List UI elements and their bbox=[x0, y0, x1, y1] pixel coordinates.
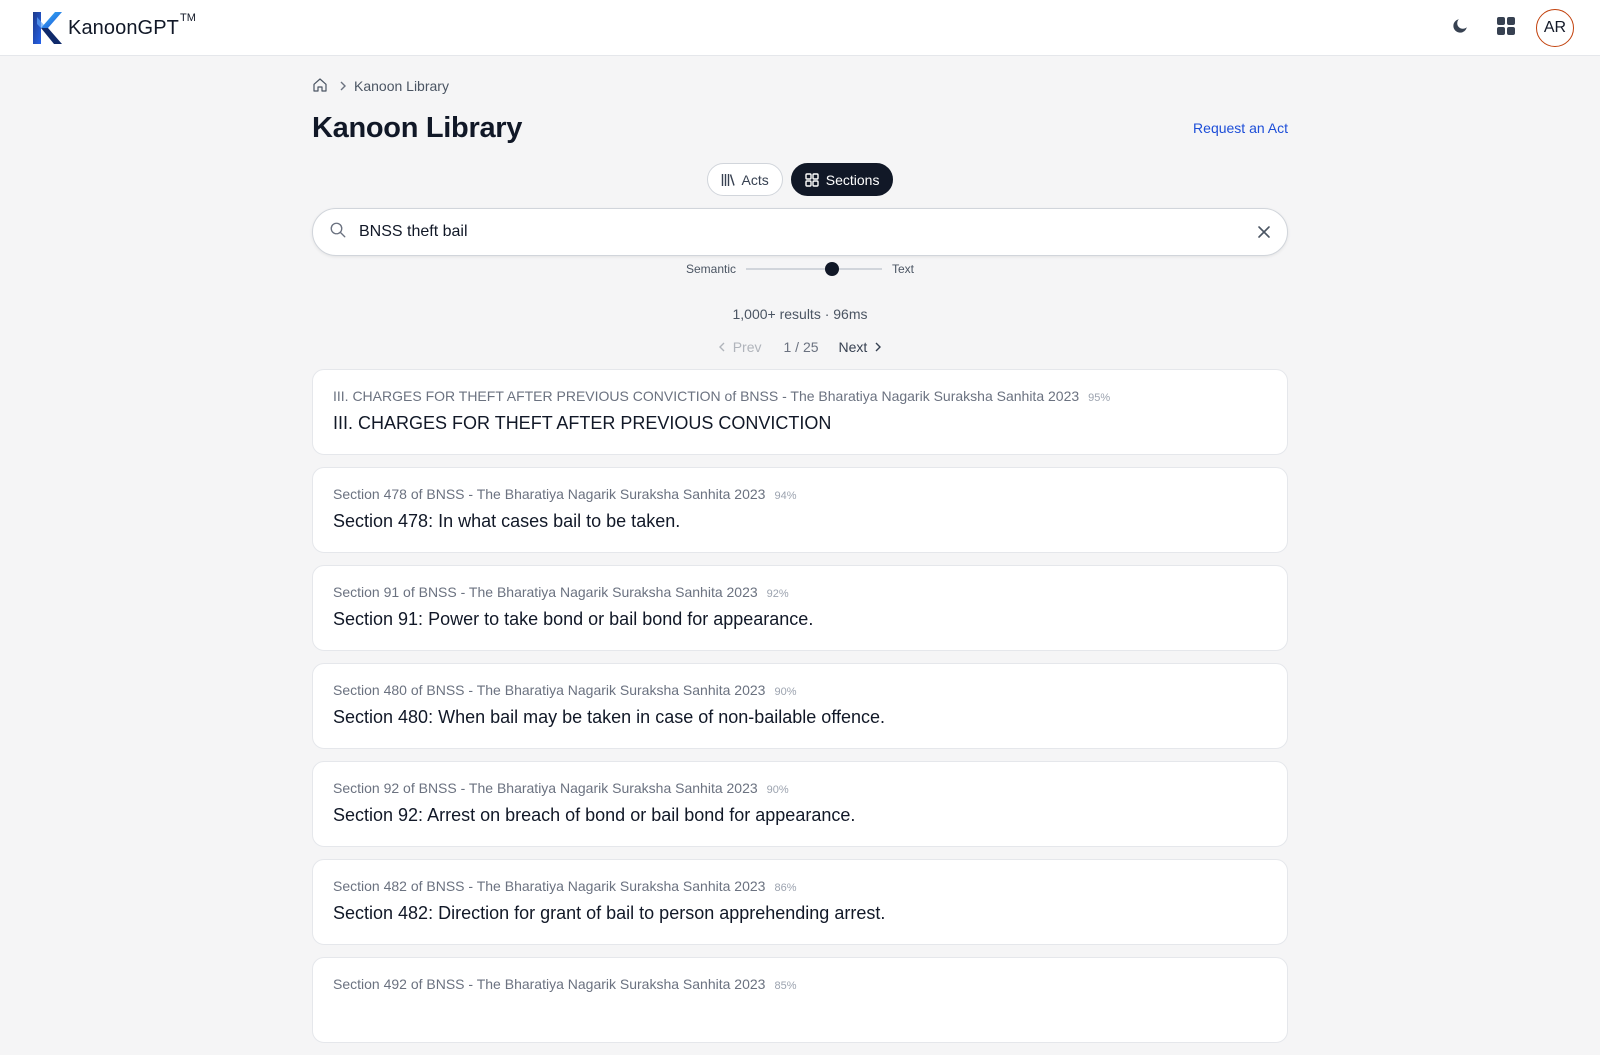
page-position: 1 / 25 bbox=[783, 339, 819, 355]
pagination: Prev 1 / 25 Next bbox=[312, 337, 1288, 357]
home-icon[interactable] bbox=[312, 77, 328, 96]
next-page-label: Next bbox=[838, 339, 868, 355]
result-card[interactable]: III. CHARGES FOR THEFT AFTER PREVIOUS CO… bbox=[312, 369, 1288, 455]
moon-icon bbox=[1451, 17, 1469, 40]
slider-label-text: Text bbox=[892, 262, 915, 276]
result-score: 90% bbox=[766, 784, 789, 796]
result-title: Section 478: In what cases bail to be ta… bbox=[333, 511, 681, 531]
page-title: Kanoon Library bbox=[312, 112, 523, 144]
tab-acts[interactable]: Acts bbox=[706, 163, 783, 196]
brand-name: KanoonGPT bbox=[68, 16, 179, 39]
trademark-mark: TM bbox=[179, 12, 196, 24]
result-card[interactable]: Section 92 of BNSS - The Bharatiya Nagar… bbox=[312, 761, 1288, 847]
tab-sections[interactable]: Sections bbox=[790, 163, 894, 196]
kanoon-k-logo-icon bbox=[32, 11, 62, 45]
result-card[interactable]: Section 91 of BNSS - The Bharatiya Nagar… bbox=[312, 565, 1288, 651]
result-title: Section 480: When bail may be taken in c… bbox=[333, 707, 886, 727]
result-meta: Section 478 of BNSS - The Bharatiya Naga… bbox=[333, 486, 1267, 502]
result-source: III. CHARGES FOR THEFT AFTER PREVIOUS CO… bbox=[333, 388, 1080, 404]
top-actions: AR bbox=[1434, 8, 1574, 48]
result-source: Section 92 of BNSS - The Bharatiya Nagar… bbox=[333, 780, 758, 796]
result-score: 92% bbox=[766, 588, 789, 600]
library-icon bbox=[721, 173, 735, 187]
result-meta: Section 480 of BNSS - The Bharatiya Naga… bbox=[333, 682, 1267, 698]
theme-toggle-button[interactable] bbox=[1440, 8, 1480, 48]
result-source: Section 91 of BNSS - The Bharatiya Nagar… bbox=[333, 584, 758, 600]
result-title: III. CHARGES FOR THEFT AFTER PREVIOUS CO… bbox=[333, 413, 832, 433]
result-source: Section 492 of BNSS - The Bharatiya Naga… bbox=[333, 976, 766, 992]
result-title: Section 92: Arrest on breach of bond or … bbox=[333, 805, 856, 825]
grid-icon bbox=[1496, 16, 1516, 41]
brand-home-link[interactable]: KanoonGPT TM bbox=[32, 10, 196, 46]
breadcrumb: Kanoon Library bbox=[312, 76, 449, 96]
prev-page-label: Prev bbox=[732, 339, 762, 355]
result-card[interactable]: Section 492 of BNSS - The Bharatiya Naga… bbox=[312, 957, 1288, 1043]
slider-thumb[interactable] bbox=[824, 262, 839, 276]
search-input[interactable] bbox=[359, 223, 1257, 241]
result-score: 85% bbox=[774, 980, 797, 992]
apps-menu-button[interactable] bbox=[1486, 8, 1526, 48]
result-source: Section 478 of BNSS - The Bharatiya Naga… bbox=[333, 486, 766, 502]
layout-grid-icon bbox=[805, 172, 819, 187]
result-score: 86% bbox=[774, 882, 797, 894]
result-meta: Section 492 of BNSS - The Bharatiya Naga… bbox=[333, 976, 1267, 992]
result-meta: Section 92 of BNSS - The Bharatiya Nagar… bbox=[333, 780, 1267, 796]
result-card[interactable]: Section 480 of BNSS - The Bharatiya Naga… bbox=[312, 663, 1288, 749]
result-meta: III. CHARGES FOR THEFT AFTER PREVIOUS CO… bbox=[333, 388, 1267, 404]
result-source: Section 482 of BNSS - The Bharatiya Naga… bbox=[333, 878, 766, 894]
results-list: III. CHARGES FOR THEFT AFTER PREVIOUS CO… bbox=[312, 369, 1288, 1055]
tab-acts-label: Acts bbox=[741, 171, 769, 188]
results-summary: 1,000+ results · 96ms bbox=[732, 306, 868, 322]
result-title: Section 91: Power to take bond or bail b… bbox=[333, 609, 814, 629]
slider-label-semantic: Semantic bbox=[685, 262, 736, 276]
result-score: 95% bbox=[1088, 392, 1111, 404]
result-meta: Section 482 of BNSS - The Bharatiya Naga… bbox=[333, 878, 1267, 894]
breadcrumb-current: Kanoon Library bbox=[354, 78, 449, 94]
close-icon[interactable] bbox=[1257, 225, 1271, 239]
slider-track[interactable] bbox=[746, 262, 882, 276]
search-icon bbox=[329, 221, 347, 244]
next-page-button[interactable]: Next bbox=[839, 339, 884, 355]
result-card[interactable]: Section 482 of BNSS - The Bharatiya Naga… bbox=[312, 859, 1288, 945]
result-title: Section 482: Direction for grant of bail… bbox=[333, 903, 886, 923]
result-source: Section 480 of BNSS - The Bharatiya Naga… bbox=[333, 682, 766, 698]
prev-page-button[interactable]: Prev bbox=[717, 339, 762, 355]
result-meta: Section 91 of BNSS - The Bharatiya Nagar… bbox=[333, 584, 1267, 600]
top-bar: KanoonGPT TM AR bbox=[0, 0, 1600, 56]
user-avatar-button[interactable]: AR bbox=[1536, 9, 1574, 47]
search-bar bbox=[312, 208, 1288, 256]
chevron-right-icon bbox=[338, 81, 348, 91]
view-tabs: Acts Sections bbox=[312, 163, 1288, 196]
search-mode-slider: Semantic Text bbox=[312, 262, 1288, 276]
result-card[interactable]: Section 478 of BNSS - The Bharatiya Naga… bbox=[312, 467, 1288, 553]
request-act-link[interactable]: Request an Act bbox=[1193, 120, 1288, 136]
result-score: 90% bbox=[774, 686, 797, 698]
tab-sections-label: Sections bbox=[825, 171, 880, 188]
result-score: 94% bbox=[774, 490, 797, 502]
